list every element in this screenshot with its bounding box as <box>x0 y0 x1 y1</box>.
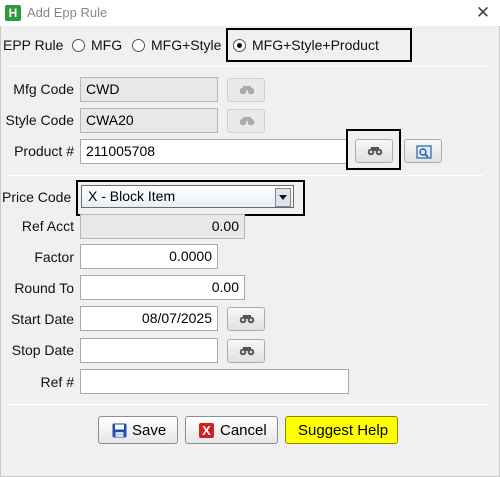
epp-rule-label: EPP Rule <box>3 37 64 53</box>
style-code-lookup-button[interactable] <box>227 109 265 133</box>
binoculars-icon <box>239 86 255 95</box>
factor-label: Factor <box>34 249 74 265</box>
cancel-button[interactable]: X Cancel <box>185 416 278 444</box>
cancel-button-label: Cancel <box>220 422 267 439</box>
product-field[interactable]: 211005708 <box>80 139 348 164</box>
style-code-label: Style Code <box>5 112 74 128</box>
price-code-value: X - Block Item <box>88 188 176 204</box>
stop-date-field[interactable] <box>80 338 218 363</box>
radio-mfg[interactable] <box>72 39 85 52</box>
suggest-help-button-label: Suggest Help <box>298 422 389 439</box>
radio-mfg-style-product[interactable] <box>233 39 246 52</box>
start-date-picker-button[interactable] <box>227 307 265 331</box>
product-label: Product # <box>14 143 74 159</box>
mfg-code-label: Mfg Code <box>13 81 74 97</box>
binoculars-icon <box>239 347 255 356</box>
price-code-label: Price Code <box>2 189 72 205</box>
window-title: Add Epp Rule <box>27 5 108 20</box>
red-x-icon: X <box>199 423 214 438</box>
suggest-help-button[interactable]: Suggest Help <box>285 416 398 444</box>
magnifier-icon <box>416 145 432 159</box>
binoculars-icon <box>367 147 383 156</box>
save-button-label: Save <box>132 422 167 439</box>
price-code-select[interactable]: X - Block Item <box>81 185 294 208</box>
product-browse-button[interactable] <box>404 139 442 163</box>
floppy-disk-icon <box>112 423 127 438</box>
separator <box>6 404 490 405</box>
close-icon[interactable]: ✕ <box>472 2 494 24</box>
separator <box>6 66 490 67</box>
start-date-label: Start Date <box>10 311 74 327</box>
radio-mfg-style[interactable] <box>132 39 145 52</box>
binoculars-icon <box>239 117 255 126</box>
style-code-field: CWA20 <box>80 108 218 133</box>
stop-date-label: Stop Date <box>11 342 74 358</box>
ref-acct-label: Ref Acct <box>21 218 74 234</box>
product-lookup-button[interactable] <box>355 139 393 163</box>
app-icon: H <box>5 5 21 21</box>
mfg-code-field: CWD <box>80 77 218 102</box>
round-to-label: Round To <box>14 280 74 296</box>
radio-mfg-style-label[interactable]: MFG+Style <box>151 37 221 53</box>
separator <box>6 175 483 176</box>
chevron-down-icon[interactable] <box>275 188 291 207</box>
mfg-code-lookup-button[interactable] <box>227 78 265 102</box>
radio-mfg-label[interactable]: MFG <box>91 37 122 53</box>
radio-mfg-style-product-label[interactable]: MFG+Style+Product <box>252 37 379 53</box>
ref-number-label: Ref # <box>40 374 74 390</box>
factor-field[interactable]: 0.0000 <box>80 244 218 269</box>
ref-acct-field: 0.00 <box>80 214 245 239</box>
stop-date-picker-button[interactable] <box>227 339 265 363</box>
save-button[interactable]: Save <box>98 416 178 444</box>
round-to-field[interactable]: 0.00 <box>80 275 245 300</box>
start-date-field[interactable]: 08/07/2025 <box>80 306 218 331</box>
ref-number-field[interactable] <box>80 369 349 394</box>
binoculars-icon <box>239 315 255 324</box>
